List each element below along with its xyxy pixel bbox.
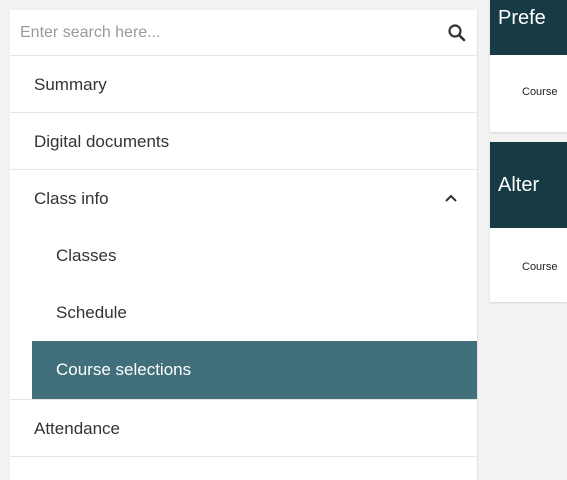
search-icon[interactable]: [447, 23, 467, 43]
card-header: Alter: [490, 142, 567, 228]
alternate-courses-card: Alter Course: [490, 142, 567, 302]
chevron-up-icon[interactable]: [443, 190, 459, 206]
nav-item-label: Digital documents: [34, 132, 170, 151]
preferred-courses-card: Prefe Course: [490, 0, 567, 132]
nav-item-label: Classes: [56, 246, 117, 265]
nav-item-digital-documents[interactable]: Digital documents: [10, 113, 477, 170]
search-input[interactable]: [10, 10, 477, 55]
nav-item-classes[interactable]: Classes: [10, 227, 477, 284]
nav-item-label: Summary: [34, 75, 107, 94]
nav-item-label: Course selections: [56, 360, 192, 379]
nav-item-label: Class info: [34, 189, 109, 208]
nav-item-class-info[interactable]: Class info: [10, 170, 477, 227]
course-label: Course: [522, 86, 558, 98]
course-label: Course: [522, 261, 558, 273]
sidebar: Summary Digital documents Class info Cla…: [10, 10, 478, 480]
search-bar: [10, 10, 477, 56]
nav-item-label: Schedule: [56, 303, 127, 322]
class-info-submenu: Classes Schedule Course selections: [10, 227, 477, 400]
card-body: Course: [490, 228, 567, 302]
nav-item-attendance[interactable]: Attendance: [10, 400, 477, 457]
card-title: Alter: [498, 174, 540, 196]
card-header: Prefe: [490, 0, 567, 55]
nav-item-label: Attendance: [34, 419, 121, 438]
nav-item-course-selections[interactable]: Course selections: [32, 341, 477, 399]
nav-item-summary[interactable]: Summary: [10, 56, 477, 113]
card-title: Prefe: [498, 7, 546, 29]
card-body: Course: [490, 55, 567, 132]
nav-item-schedule[interactable]: Schedule: [10, 284, 477, 341]
